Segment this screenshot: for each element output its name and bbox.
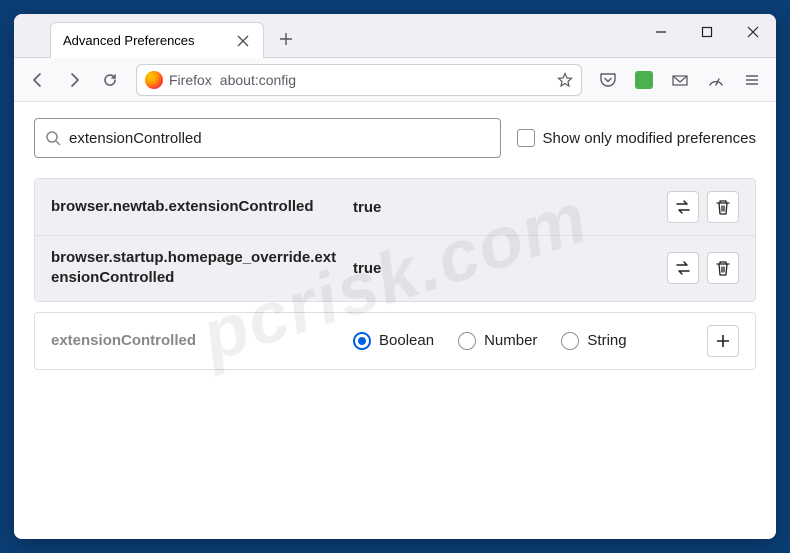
window-controls (638, 14, 776, 50)
forward-button[interactable] (58, 64, 90, 96)
search-icon (45, 130, 61, 146)
search-box[interactable] (34, 118, 501, 158)
search-row: Show only modified preferences (34, 118, 756, 158)
show-modified-checkbox[interactable]: Show only modified preferences (517, 129, 756, 147)
tab-title: Advanced Preferences (63, 33, 195, 48)
reload-button[interactable] (94, 64, 126, 96)
extension-icon[interactable] (628, 64, 660, 96)
inbox-icon[interactable] (664, 64, 696, 96)
toggle-button[interactable] (667, 191, 699, 223)
identity-label: Firefox (169, 72, 212, 88)
meter-icon[interactable] (700, 64, 732, 96)
pocket-icon[interactable] (592, 64, 624, 96)
toggle-button[interactable] (667, 252, 699, 284)
radio-label: String (587, 332, 626, 349)
delete-button[interactable] (707, 191, 739, 223)
nav-toolbar: Firefox about:config (14, 58, 776, 102)
pref-name: browser.startup.homepage_override.extens… (51, 248, 341, 289)
radio-number[interactable]: Number (458, 332, 537, 350)
menu-button[interactable] (736, 64, 768, 96)
new-tab-button[interactable] (272, 25, 300, 53)
radio-boolean[interactable]: Boolean (353, 332, 434, 350)
browser-tab[interactable]: Advanced Preferences (50, 22, 264, 58)
type-radio-group: Boolean Number String (353, 332, 695, 350)
browser-window: Advanced Preferences (14, 14, 776, 539)
show-modified-label: Show only modified preferences (543, 130, 756, 147)
radio-icon (353, 332, 371, 350)
radio-string[interactable]: String (561, 332, 626, 350)
add-pref-name: extensionControlled (51, 332, 341, 349)
add-pref-row: extensionControlled Boolean Number Strin… (34, 312, 756, 370)
identity-box[interactable]: Firefox (145, 71, 212, 89)
pref-row: browser.newtab.extensionControlled true (35, 179, 755, 236)
url-text: about:config (220, 72, 296, 88)
add-button[interactable] (707, 325, 739, 357)
delete-button[interactable] (707, 252, 739, 284)
url-bar[interactable]: Firefox about:config (136, 64, 582, 96)
back-button[interactable] (22, 64, 54, 96)
tab-close-icon[interactable] (235, 33, 251, 49)
pref-name: browser.newtab.extensionControlled (51, 197, 341, 217)
pref-row: browser.startup.homepage_override.extens… (35, 236, 755, 301)
pref-value: true (353, 199, 655, 216)
firefox-icon (145, 71, 163, 89)
radio-icon (561, 332, 579, 350)
radio-icon (458, 332, 476, 350)
window-minimize-button[interactable] (638, 14, 684, 50)
toolbar-right-icons (592, 64, 768, 96)
window-close-button[interactable] (730, 14, 776, 50)
checkbox-icon (517, 129, 535, 147)
pref-value: true (353, 260, 655, 277)
content-area: Show only modified preferences browser.n… (14, 102, 776, 539)
search-input[interactable] (69, 130, 490, 147)
radio-label: Number (484, 332, 537, 349)
bookmark-star-button[interactable] (557, 72, 573, 88)
radio-label: Boolean (379, 332, 434, 349)
prefs-table: browser.newtab.extensionControlled true … (34, 178, 756, 302)
window-maximize-button[interactable] (684, 14, 730, 50)
titlebar: Advanced Preferences (14, 14, 776, 58)
